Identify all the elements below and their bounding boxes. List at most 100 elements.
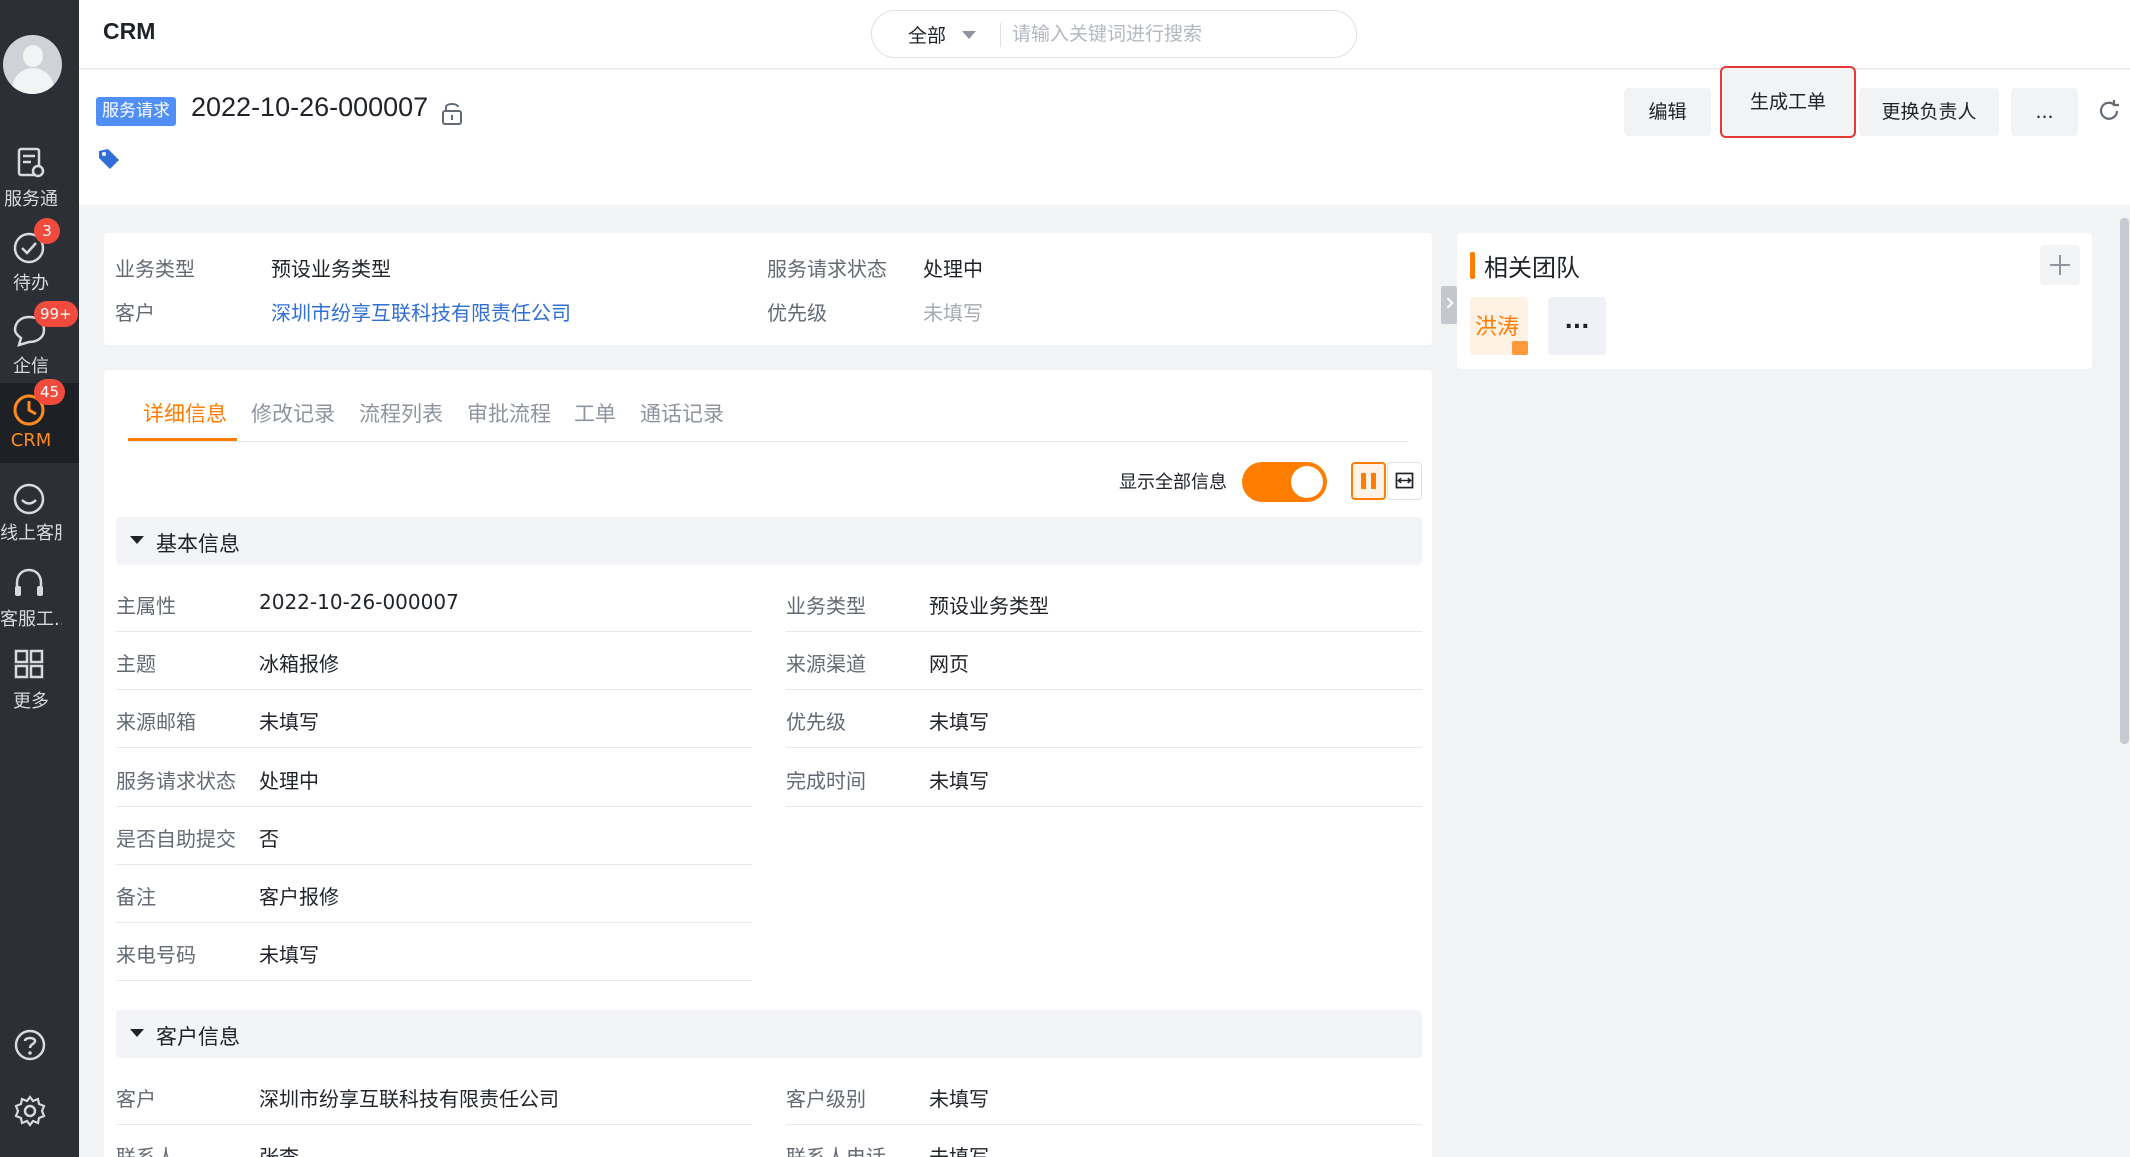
summary-label: 服务请求状态 [767,257,887,281]
caret-down-icon[interactable] [962,31,976,39]
caret-down-icon [130,1029,144,1037]
team-more-button[interactable]: ... [1548,297,1606,355]
help-icon[interactable] [12,1027,48,1063]
change-owner-button[interactable]: 更换负责人 [1859,88,1999,136]
refresh-icon[interactable] [2096,98,2122,124]
field-caller-number: 来电号码 未填写 [116,923,752,981]
top-bar: CRM 全部 [79,0,2130,69]
add-member-button[interactable] [2040,245,2080,285]
avatar[interactable] [3,35,62,94]
field-request-status: 服务请求状态 处理中 [116,749,752,807]
summary-value: 未填写 [923,301,983,325]
field-completion-time: 完成时间 未填写 [786,749,1422,807]
summary-value: 处理中 [923,257,983,281]
field-contact-phone: 联系人电话 未填写 [786,1125,1422,1157]
full-width-layout-icon[interactable] [1387,462,1422,500]
detail-card: 详细信息 修改记录 流程列表 审批流程 工单 通话记录 显示全部信息 基本信息 … [104,370,1432,1157]
messages-badge: 99+ [34,301,78,327]
field-value: 冰箱报修 [259,652,339,676]
tab-work-orders[interactable]: 工单 [574,398,616,428]
field-value: 未填写 [929,1145,989,1157]
field-label: 业务类型 [786,594,866,618]
contact-link[interactable]: 张李 [259,1141,299,1157]
collapse-panel-toggle[interactable] [1441,286,1457,324]
show-all-label: 显示全部信息 [1119,472,1227,493]
sidebar-item-crm[interactable]: 45 CRM [0,379,79,463]
field-label: 是否自助提交 [116,827,236,851]
field-business-type: 业务类型 预设业务类型 [786,574,1422,632]
generate-work-order-button[interactable]: 生成工单 [1720,66,1856,138]
record-type-tag: 服务请求 [96,97,176,126]
lock-icon[interactable] [440,100,464,126]
field-label: 来源渠道 [786,652,866,676]
field-value: 否 [259,827,279,851]
field-priority: 优先级 未填写 [786,690,1422,748]
field-value: 2022-10-26-000007 [259,590,459,614]
tab-process-list[interactable]: 流程列表 [359,398,443,428]
sidebar: 服务通 3 待办 99+ 企信 45 CRM 线上客服 [0,0,79,1157]
search-box: 全部 [871,10,1357,58]
todo-badge: 3 [34,218,60,244]
tab-details[interactable]: 详细信息 [143,398,227,428]
two-column-layout-icon[interactable] [1351,462,1386,500]
more-actions-button[interactable]: ... [2011,88,2078,136]
service-icon [17,147,45,178]
customer-link[interactable]: 深圳市纷享互联科技有限责任公司 [259,1083,559,1112]
sidebar-item-todo[interactable]: 3 待办 [0,218,79,302]
scrollbar-thumb[interactable] [2120,218,2129,744]
field-label: 客户 [116,1087,156,1111]
summary-value: 预设业务类型 [271,257,391,281]
customer-link[interactable]: 深圳市纷享互联科技有限责任公司 [271,297,571,326]
sidebar-item-label: 线上客服 [0,523,62,544]
search-scope-select[interactable]: 全部 [908,21,946,48]
chevron-right-icon [1442,297,1454,309]
member-name: 洪涛 [1475,315,1520,340]
caret-down-icon [130,536,144,544]
app-title: CRM [103,18,156,44]
sidebar-item-label: CRM [10,430,52,451]
edit-button[interactable]: 编辑 [1624,88,1711,136]
sidebar-item-label: 客服工... [0,609,62,630]
tag-icon[interactable] [96,146,122,172]
sidebar-item-messages[interactable]: 99+ 企信 [0,301,79,385]
crm-badge: 45 [34,379,66,405]
record-header: 服务请求 2022-10-26-000007 编辑 生成工单 更换负责人 ... [79,66,2130,205]
field-label: 完成时间 [786,769,866,793]
smile-icon [13,483,45,515]
tab-approval-flow[interactable]: 审批流程 [467,398,551,428]
field-value: 网页 [929,652,969,676]
field-value: 未填写 [929,710,989,734]
field-customer: 客户 深圳市纷享互联科技有限责任公司 [116,1067,752,1125]
tab-call-records[interactable]: 通话记录 [640,398,724,428]
sidebar-item-online-service[interactable]: 线上客服 [0,472,79,552]
field-label: 来电号码 [116,943,196,967]
sidebar-item-label: 企信 [13,356,49,377]
field-value: 未填写 [259,943,319,967]
field-label: 优先级 [786,710,846,734]
field-value: 预设业务类型 [929,594,1049,618]
section-customer-info[interactable]: 客户信息 [116,1010,1422,1058]
tab-change-log[interactable]: 修改记录 [251,398,335,428]
show-all-toggle[interactable] [1242,462,1327,502]
field-value: 未填写 [929,1087,989,1111]
field-label: 来源邮箱 [116,710,196,734]
field-label: 备注 [116,885,156,909]
section-basic-info[interactable]: 基本信息 [116,517,1422,565]
sidebar-item-more[interactable]: 更多 [0,640,79,720]
field-remark: 备注 客户报修 [116,865,752,923]
related-team-card: 相关团队 洪涛 ... [1457,233,2092,369]
field-label: 联系人电话 [786,1145,886,1157]
field-label: 联系人 [116,1145,176,1157]
field-self-submitted: 是否自助提交 否 [116,807,752,865]
field-label: 主属性 [116,594,176,618]
section-title: 基本信息 [156,532,240,556]
team-title: 相关团队 [1484,254,1580,282]
sidebar-item-service[interactable]: 服务通 [0,138,79,218]
field-subject: 主题 冰箱报修 [116,632,752,690]
section-accent [1470,252,1475,279]
record-title: 2022-10-26-000007 [191,92,429,122]
sidebar-item-service-desk[interactable]: 客服工... [0,558,79,638]
search-input[interactable] [1012,19,1332,49]
gear-icon[interactable] [12,1093,48,1129]
team-member[interactable]: 洪涛 [1470,297,1528,355]
